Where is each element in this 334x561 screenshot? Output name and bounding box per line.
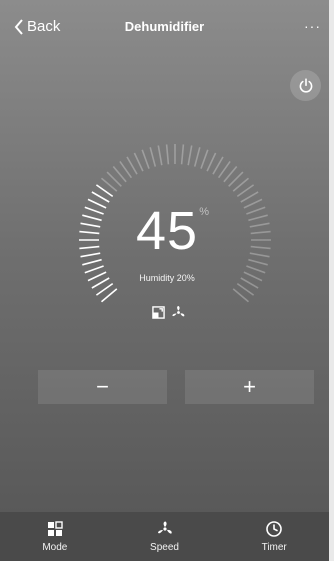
dial-tick (149, 147, 157, 167)
increase-label: + (243, 374, 256, 399)
timer-icon (266, 521, 282, 537)
increase-button[interactable]: + (185, 370, 314, 404)
top-bar: Back Dehumidifier ··· (0, 0, 329, 56)
dial-tick (212, 156, 224, 175)
value-container: 45 % (0, 200, 334, 262)
decrease-label: − (96, 374, 109, 399)
nav-timer-label: Timer (261, 542, 287, 553)
nav-mode[interactable]: Mode (0, 512, 110, 561)
dehumidifier-screen: Back Dehumidifier ··· 45 % Humidity 20% (0, 0, 334, 561)
status-icons (152, 305, 186, 320)
dial-tick (187, 145, 193, 166)
dial-tick (193, 147, 201, 167)
nav-timer[interactable]: Timer (219, 512, 329, 561)
humidity-setpoint: 45 % (135, 200, 209, 262)
dial-tick (133, 152, 144, 172)
page-title: Dehumidifier (124, 19, 205, 34)
dial-tick (180, 144, 185, 165)
decrease-button[interactable]: − (38, 370, 167, 404)
dial-tick (206, 152, 217, 172)
dial-tick (84, 265, 104, 274)
dial-tick (165, 144, 170, 165)
bottom-nav: Mode Speed Timer (0, 512, 329, 561)
power-icon (299, 77, 312, 93)
power-button[interactable] (290, 70, 321, 101)
dial-tick (141, 149, 150, 169)
setpoint-value: 45 (135, 201, 199, 261)
nav-speed[interactable]: Speed (110, 512, 220, 561)
more-button[interactable]: ··· (304, 18, 321, 34)
dial-tick (157, 145, 163, 166)
fan-status-icon (172, 305, 185, 317)
setpoint-unit: % (199, 206, 211, 218)
nav-speed-label: Speed (150, 542, 179, 553)
dial-tick (200, 149, 209, 169)
nav-mode-label: Mode (42, 542, 68, 553)
current-humidity: Humidity 20% (139, 273, 195, 283)
dial-tick (246, 265, 266, 274)
mode-status-icon (152, 306, 165, 319)
fan-icon (157, 521, 172, 534)
dial-tick (126, 156, 138, 175)
mode-icon (47, 521, 63, 536)
